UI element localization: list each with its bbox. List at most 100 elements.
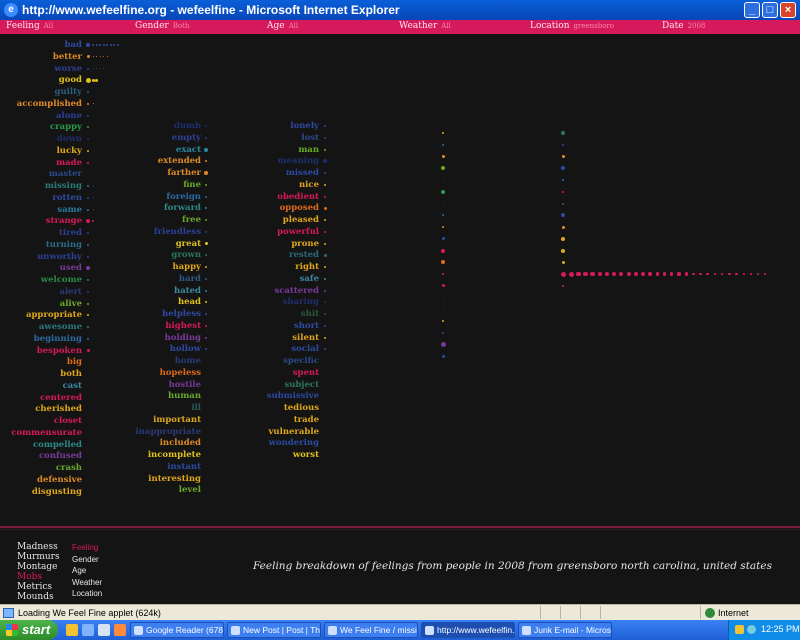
feeling-dot[interactable] bbox=[87, 102, 89, 105]
weather-dot[interactable] bbox=[442, 331, 444, 334]
feeling-dot[interactable] bbox=[92, 209, 94, 210]
location-trail-dot[interactable] bbox=[728, 272, 731, 276]
feeling-word[interactable]: silent bbox=[292, 333, 319, 344]
feeling-dot[interactable] bbox=[87, 196, 89, 199]
feeling-word[interactable]: head bbox=[178, 297, 201, 308]
feeling-dot[interactable] bbox=[95, 44, 98, 46]
breakdown-weather[interactable]: Weather bbox=[72, 577, 102, 589]
feeling-dot[interactable] bbox=[205, 254, 207, 257]
feeling-dot[interactable] bbox=[205, 289, 207, 292]
feeling-dot[interactable] bbox=[324, 195, 326, 198]
feeling-word[interactable]: fine bbox=[183, 180, 201, 191]
feeling-dot[interactable] bbox=[324, 289, 326, 292]
feeling-word[interactable]: ill bbox=[191, 403, 201, 414]
feeling-dot[interactable] bbox=[205, 230, 207, 233]
location-trail-dot[interactable] bbox=[677, 272, 681, 276]
feeling-dot[interactable] bbox=[99, 68, 101, 69]
feeling-word[interactable]: meaning bbox=[278, 156, 319, 167]
quicklaunch-ie-icon[interactable] bbox=[82, 624, 94, 636]
feeling-word[interactable]: incomplete bbox=[148, 450, 201, 461]
location-trail-dot[interactable] bbox=[575, 271, 581, 277]
feeling-dot[interactable] bbox=[205, 136, 207, 139]
feeling-word[interactable]: tired bbox=[59, 228, 82, 239]
weather-dot[interactable] bbox=[441, 189, 445, 194]
feeling-dot[interactable] bbox=[205, 301, 207, 304]
feeling-dot[interactable] bbox=[92, 68, 94, 69]
feeling-word[interactable]: extended bbox=[158, 156, 201, 167]
feeling-word[interactable]: turning bbox=[46, 240, 82, 251]
feeling-word[interactable]: friendless bbox=[154, 227, 201, 238]
location-trail-dot[interactable] bbox=[619, 271, 624, 277]
feeling-dot[interactable] bbox=[205, 207, 207, 210]
feeling-dot[interactable] bbox=[205, 313, 207, 315]
feeling-dot[interactable] bbox=[205, 195, 207, 198]
breakdown-gender[interactable]: Gender bbox=[72, 554, 102, 566]
feeling-word[interactable]: alone bbox=[56, 111, 82, 122]
location-trail-dot[interactable] bbox=[590, 271, 595, 277]
feeling-dot[interactable] bbox=[106, 56, 108, 58]
weather-dot[interactable] bbox=[442, 273, 444, 275]
view-mode-mobs[interactable]: Mobs bbox=[17, 572, 60, 582]
location-trail-dot[interactable] bbox=[612, 271, 617, 277]
task-google-reader[interactable]: Google Reader (678) ... bbox=[130, 622, 224, 638]
quicklaunch-firefox-icon[interactable] bbox=[114, 624, 126, 636]
weather-dot[interactable] bbox=[442, 297, 444, 298]
feeling-dot[interactable] bbox=[116, 44, 119, 46]
location-trail-dot[interactable] bbox=[742, 272, 745, 276]
location-trail-dot[interactable] bbox=[713, 272, 717, 276]
filter-date[interactable]: Date 2008 bbox=[662, 21, 705, 31]
feeling-word[interactable]: powerful bbox=[277, 227, 319, 238]
weather-dot[interactable] bbox=[442, 179, 444, 181]
location-trail-dot[interactable] bbox=[720, 272, 724, 276]
feeling-word[interactable]: crash bbox=[56, 463, 82, 474]
close-button[interactable]: × bbox=[780, 2, 796, 18]
location-dot[interactable] bbox=[561, 248, 565, 253]
feeling-word[interactable]: instant bbox=[167, 462, 201, 473]
weather-dot[interactable] bbox=[441, 284, 445, 288]
feeling-dot[interactable] bbox=[92, 197, 94, 199]
feelings-visualization[interactable]: bad better worse good guilty accomplished alon… bbox=[0, 34, 800, 524]
feeling-dot[interactable] bbox=[205, 336, 207, 339]
feeling-dot[interactable] bbox=[87, 279, 89, 281]
feeling-dot[interactable] bbox=[92, 220, 94, 223]
feeling-dot[interactable] bbox=[86, 349, 90, 352]
feeling-word[interactable]: alert bbox=[59, 287, 82, 298]
location-trail-dot[interactable] bbox=[604, 271, 610, 277]
location-dot[interactable] bbox=[562, 202, 564, 205]
feeling-dot[interactable] bbox=[87, 232, 89, 234]
feeling-word[interactable]: confused bbox=[39, 451, 82, 462]
feeling-word[interactable]: worst bbox=[293, 450, 319, 461]
feeling-dot[interactable] bbox=[87, 255, 89, 258]
feeling-word[interactable]: farther bbox=[167, 168, 201, 179]
tray-icon[interactable] bbox=[747, 625, 756, 634]
feeling-word[interactable]: made bbox=[56, 158, 82, 169]
feeling-word[interactable]: free bbox=[182, 215, 201, 226]
weather-dot[interactable] bbox=[441, 260, 445, 265]
location-trail-dot[interactable] bbox=[648, 272, 653, 276]
feeling-word[interactable]: compelled bbox=[33, 440, 82, 451]
maximize-button[interactable]: □ bbox=[762, 2, 778, 18]
feeling-dot[interactable] bbox=[205, 324, 207, 327]
location-dot[interactable] bbox=[562, 284, 564, 287]
location-trail-dot[interactable] bbox=[735, 272, 738, 276]
feeling-word[interactable]: disgusting bbox=[32, 487, 82, 498]
feeling-word[interactable]: rested bbox=[289, 250, 319, 261]
feeling-dot[interactable] bbox=[87, 126, 89, 129]
feeling-dot[interactable] bbox=[87, 326, 89, 328]
view-mode-madness[interactable]: Madness bbox=[17, 542, 60, 552]
weather-dot[interactable] bbox=[442, 203, 444, 204]
location-trail-dot[interactable] bbox=[691, 272, 695, 276]
feeling-word[interactable]: subject bbox=[285, 380, 320, 391]
feeling-dot[interactable] bbox=[87, 302, 89, 305]
feeling-dot[interactable] bbox=[109, 44, 112, 46]
feeling-dot[interactable] bbox=[324, 230, 326, 233]
feeling-word[interactable]: important bbox=[153, 415, 201, 426]
feeling-dot[interactable] bbox=[205, 125, 207, 127]
feeling-word[interactable]: lucky bbox=[57, 146, 82, 157]
feeling-word[interactable]: empty bbox=[172, 133, 201, 144]
weather-dot[interactable] bbox=[441, 248, 445, 253]
feeling-word[interactable]: submissive bbox=[267, 391, 319, 402]
feeling-word[interactable]: both bbox=[60, 369, 82, 380]
feeling-dot[interactable] bbox=[87, 243, 89, 246]
weather-dot[interactable] bbox=[440, 342, 446, 347]
